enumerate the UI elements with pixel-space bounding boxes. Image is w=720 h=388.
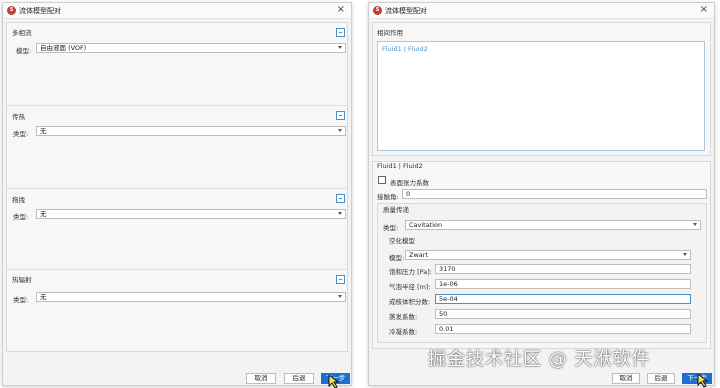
contact-angle-label: 接触角: [377,193,399,201]
condensation-coefficient-input[interactable]: 0.01 [435,324,691,334]
mass-transfer-type-select[interactable]: Cavitation [405,220,701,230]
section-divider [6,188,348,189]
drag-type-select[interactable]: 无 [36,209,346,219]
type-label: 类型: [13,130,29,138]
back-button[interactable]: 后退 [647,373,675,384]
saturation-pressure-input[interactable]: 3170 [435,264,691,274]
nucleation-volume-fraction-input[interactable]: 5e-04 [435,294,691,304]
cavitation-model-value: Zwart [409,251,428,259]
type-label: 类型: [13,213,29,221]
heat-transfer-heading: 传热 [12,113,25,121]
saturation-pressure-label: 饱和压力 [Pa]: [389,268,432,276]
surface-tension-checkbox[interactable] [378,176,386,184]
collapse-heat-transfer-icon[interactable] [336,111,345,120]
chevron-down-icon [338,129,342,132]
type-label: 类型: [383,224,399,232]
collapse-thermal-radiation-icon[interactable] [336,275,345,284]
mass-transfer-heading: 质量传递 [383,206,409,214]
thermal-radiation-type-select[interactable]: 无 [36,292,346,302]
chevron-down-icon [338,212,342,215]
interaction-list[interactable]: Fluid1 | Fluid2 [377,41,705,151]
watermark-text: 掘金技术社区 @ 天洑软件 [428,349,651,370]
cavitation-model-heading: 空化模型 [389,237,415,245]
evaporation-coefficient-label: 蒸发系数: [389,313,418,321]
section-divider [6,105,348,106]
model-label: 模型: [16,47,32,55]
multiphase-model-value: 自由液面 (VOF) [40,44,87,52]
thermal-radiation-heading: 热辐射 [12,276,32,284]
model-label: 模型: [389,254,405,262]
heat-transfer-type-select[interactable]: 无 [36,126,346,136]
fluid-model-pairing-dialog-right: S 流体模型配对 × 相间作用 Fluid1 | Fluid2 Fluid1 |… [368,2,715,388]
section-divider [6,269,348,270]
evaporation-coefficient-input[interactable]: 50 [435,309,691,319]
chevron-down-icon [683,253,687,256]
close-icon[interactable]: × [700,4,708,15]
mouse-cursor-icon [328,375,340,388]
collapse-drag-icon[interactable] [336,194,345,203]
thermal-radiation-type-value: 无 [40,293,47,301]
multiphase-model-select[interactable]: 自由液面 (VOF) [36,43,346,53]
settings-panel [6,22,348,352]
contact-angle-input[interactable]: 0 [402,189,707,199]
chevron-down-icon [338,295,342,298]
collapse-multiphase-icon[interactable] [336,28,345,37]
dialog-title: 流体模型配对 [19,7,61,15]
surface-tension-label: 表面张力系数 [390,179,429,187]
nucleation-volume-fraction-label: 成核体积分数: [389,298,431,306]
type-label: 类型: [13,296,29,304]
interaction-heading: 相间作用 [377,29,403,37]
app-logo-icon: S [373,6,382,15]
mouse-cursor-icon [697,374,709,388]
title-bar: S 流体模型配对 × [369,3,714,19]
back-button[interactable]: 后退 [284,373,314,384]
cancel-button[interactable]: 取消 [246,373,276,384]
bubble-radius-input[interactable]: 1e-06 [435,279,691,289]
title-bar: S 流体模型配对 × [3,3,351,19]
chevron-down-icon [693,223,697,226]
drag-type-value: 无 [40,210,47,218]
heat-transfer-type-value: 无 [40,127,47,135]
app-logo-icon: S [7,6,16,15]
chevron-down-icon [338,46,342,49]
mass-transfer-type-value: Cavitation [409,221,443,229]
multiphase-heading: 多相流 [12,29,32,37]
bubble-radius-label: 气泡半径 [m]: [389,283,431,291]
cavitation-model-select[interactable]: Zwart [405,250,691,260]
drag-heading: 拖拽 [12,196,25,204]
list-item[interactable]: Fluid1 | Fluid2 [382,45,428,53]
condensation-coefficient-label: 冷凝系数: [389,328,418,336]
dialog-title: 流体模型配对 [385,7,427,15]
close-icon[interactable]: × [337,4,345,15]
cancel-button[interactable]: 取消 [612,373,640,384]
pair-heading: Fluid1 | Fluid2 [377,162,423,170]
fluid-model-pairing-dialog-left: S 流体模型配对 × 多相流 模型: 自由液面 (VOF) 传热 类型: 无 拖… [2,2,352,388]
